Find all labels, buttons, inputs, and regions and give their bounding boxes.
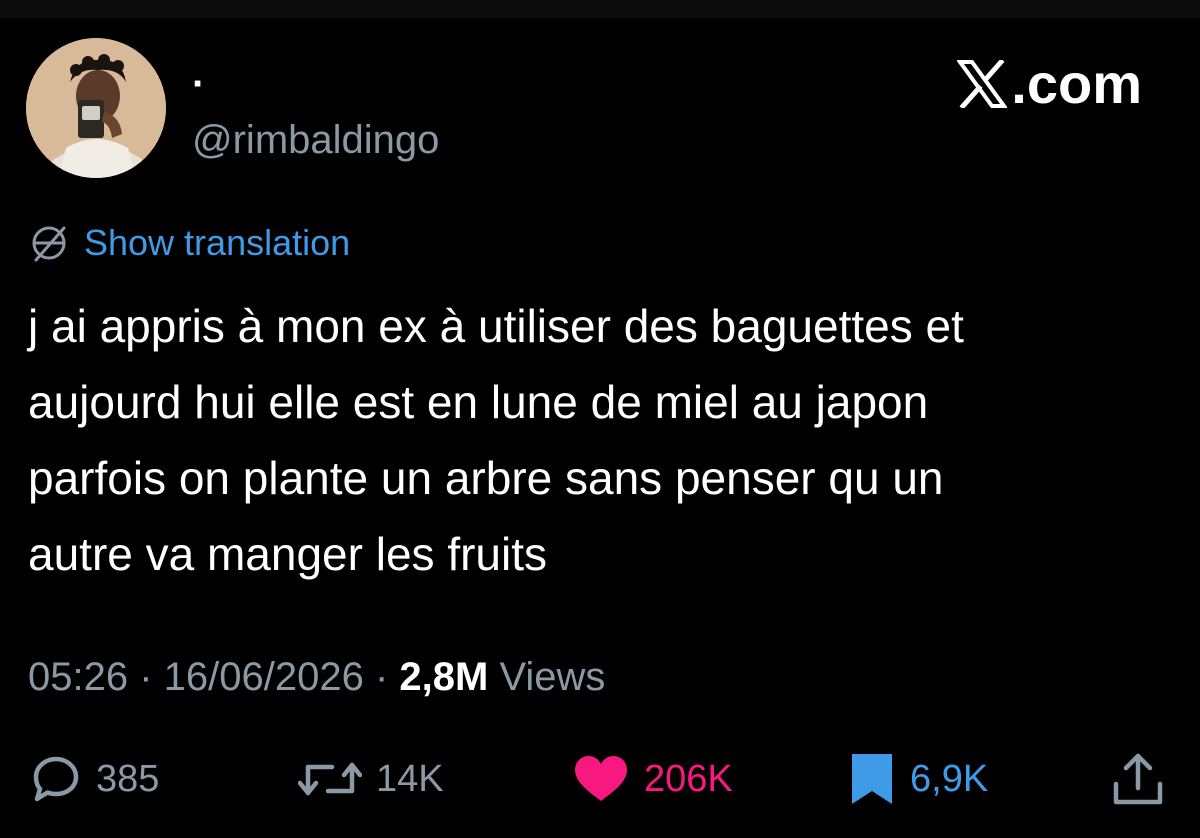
bookmark-count: 6,9K [910,758,989,800]
tweet-text: j ai appris à mon ex à utiliser des bagu… [28,300,964,580]
user-handle[interactable]: @rimbaldingo [192,116,439,164]
repost-button[interactable]: 14K [298,748,444,810]
show-translation[interactable]: Show translation [28,220,350,266]
repost-icon [298,762,362,796]
globe-icon [32,226,66,262]
like-button[interactable]: 206K [572,748,733,810]
reply-icon [33,756,79,802]
brand-watermark: .com [957,54,1142,114]
show-translation-link[interactable]: Show translation [84,221,350,265]
meta-separator: · [128,655,164,699]
bookmark-button[interactable]: 6,9K [848,748,988,810]
repost-count: 14K [376,758,444,800]
heart-icon [575,756,627,801]
bookmark-icon [852,754,892,804]
x-logo-icon [957,60,1008,108]
like-count: 206K [644,758,733,800]
avatar[interactable] [26,38,166,178]
top-strip [0,0,1200,18]
reply-button[interactable]: 385 [30,748,159,810]
tweet-time[interactable]: 05:26 [28,655,128,699]
views-label: Views [488,655,606,699]
display-name[interactable]: · [192,62,205,106]
brand-label: .com [1011,52,1142,115]
views-count: 2,8M [399,655,489,699]
action-bar: 385 14K 206K 6,9K [0,748,1200,810]
reply-count: 385 [96,758,160,800]
tweet-date[interactable]: 16/06/2026 [164,655,364,699]
meta-separator-2: · [363,655,400,699]
tweet-meta: 05:26 · 16/06/2026 · 2,8M Views [28,652,605,702]
avatar-photo [26,38,166,178]
share-button[interactable] [1110,748,1166,810]
share-icon [1113,753,1163,805]
